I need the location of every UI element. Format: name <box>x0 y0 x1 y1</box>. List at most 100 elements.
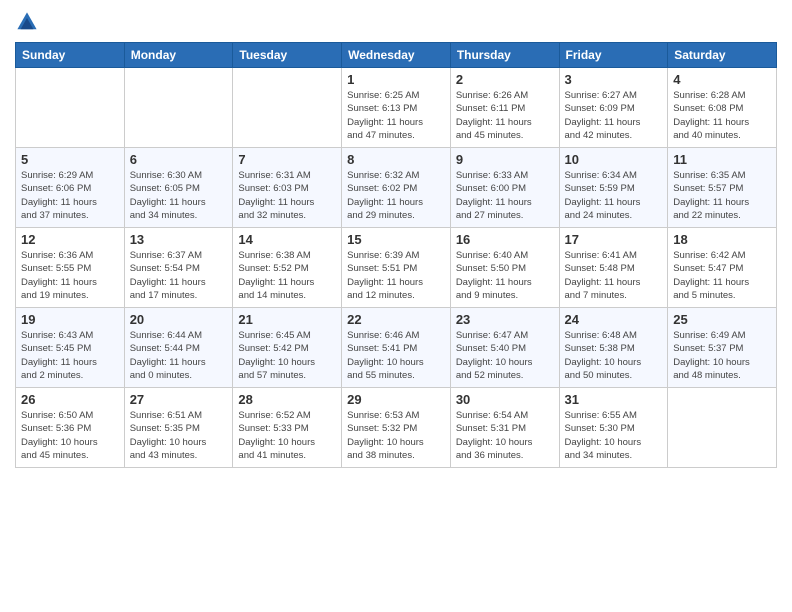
day-info: Sunrise: 6:44 AM Sunset: 5:44 PM Dayligh… <box>130 329 228 382</box>
header <box>15 10 777 34</box>
day-cell: 9 Sunrise: 6:33 AM Sunset: 6:00 PM Daylig… <box>450 148 559 228</box>
day-info: Sunrise: 6:54 AM Sunset: 5:31 PM Dayligh… <box>456 409 554 462</box>
day-cell: 21Sunrise: 6:45 AM Sunset: 5:42 PM Dayli… <box>233 308 342 388</box>
day-number: 1 <box>347 72 445 87</box>
logo-icon <box>15 10 39 34</box>
day-info: Sunrise: 6:40 AM Sunset: 5:50 PM Dayligh… <box>456 249 554 302</box>
day-info: Sunrise: 6:27 AM Sunset: 6:09 PM Dayligh… <box>565 89 663 142</box>
weekday-header-friday: Friday <box>559 43 668 68</box>
day-number: 18 <box>673 232 771 247</box>
day-number: 4 <box>673 72 771 87</box>
day-number: 26 <box>21 392 119 407</box>
day-info: Sunrise: 6:46 AM Sunset: 5:41 PM Dayligh… <box>347 329 445 382</box>
day-cell: 11Sunrise: 6:35 AM Sunset: 5:57 PM Dayli… <box>668 148 777 228</box>
day-cell: 16 Sunrise: 6:40 AM Sunset: 5:50 PM Dayli… <box>450 228 559 308</box>
day-cell: 19Sunrise: 6:43 AM Sunset: 5:45 PM Dayli… <box>16 308 125 388</box>
day-number: 17 <box>565 232 663 247</box>
day-info: Sunrise: 6:28 AM Sunset: 6:08 PM Dayligh… <box>673 89 771 142</box>
day-cell: 5 Sunrise: 6:29 AM Sunset: 6:06 PM Daylig… <box>16 148 125 228</box>
day-info: Sunrise: 6:43 AM Sunset: 5:45 PM Dayligh… <box>21 329 119 382</box>
week-row-4: 19Sunrise: 6:43 AM Sunset: 5:45 PM Dayli… <box>16 308 777 388</box>
day-number: 14 <box>238 232 336 247</box>
day-info: Sunrise: 6:37 AM Sunset: 5:54 PM Dayligh… <box>130 249 228 302</box>
weekday-header-tuesday: Tuesday <box>233 43 342 68</box>
day-cell <box>668 388 777 468</box>
day-cell <box>233 68 342 148</box>
day-number: 25 <box>673 312 771 327</box>
day-info: Sunrise: 6:50 AM Sunset: 5:36 PM Dayligh… <box>21 409 119 462</box>
day-cell: 26 Sunrise: 6:50 AM Sunset: 5:36 PM Dayli… <box>16 388 125 468</box>
day-number: 13 <box>130 232 228 247</box>
day-number: 29 <box>347 392 445 407</box>
day-cell: 23 Sunrise: 6:47 AM Sunset: 5:40 PM Dayli… <box>450 308 559 388</box>
day-number: 28 <box>238 392 336 407</box>
weekday-header-wednesday: Wednesday <box>342 43 451 68</box>
day-number: 9 <box>456 152 554 167</box>
day-cell: 30 Sunrise: 6:54 AM Sunset: 5:31 PM Dayli… <box>450 388 559 468</box>
day-cell <box>16 68 125 148</box>
day-number: 22 <box>347 312 445 327</box>
day-number: 21 <box>238 312 336 327</box>
weekday-header-sunday: Sunday <box>16 43 125 68</box>
day-number: 5 <box>21 152 119 167</box>
day-cell: 12Sunrise: 6:36 AM Sunset: 5:55 PM Dayli… <box>16 228 125 308</box>
day-info: Sunrise: 6:52 AM Sunset: 5:33 PM Dayligh… <box>238 409 336 462</box>
day-cell: 22 Sunrise: 6:46 AM Sunset: 5:41 PM Dayli… <box>342 308 451 388</box>
day-info: Sunrise: 6:35 AM Sunset: 5:57 PM Dayligh… <box>673 169 771 222</box>
day-info: Sunrise: 6:36 AM Sunset: 5:55 PM Dayligh… <box>21 249 119 302</box>
weekday-header-thursday: Thursday <box>450 43 559 68</box>
day-info: Sunrise: 6:47 AM Sunset: 5:40 PM Dayligh… <box>456 329 554 382</box>
day-number: 10 <box>565 152 663 167</box>
day-info: Sunrise: 6:39 AM Sunset: 5:51 PM Dayligh… <box>347 249 445 302</box>
day-info: Sunrise: 6:48 AM Sunset: 5:38 PM Dayligh… <box>565 329 663 382</box>
day-cell: 1 Sunrise: 6:25 AM Sunset: 6:13 PM Daylig… <box>342 68 451 148</box>
week-row-3: 12Sunrise: 6:36 AM Sunset: 5:55 PM Dayli… <box>16 228 777 308</box>
day-number: 24 <box>565 312 663 327</box>
calendar-table: SundayMondayTuesdayWednesdayThursdayFrid… <box>15 42 777 468</box>
day-info: Sunrise: 6:25 AM Sunset: 6:13 PM Dayligh… <box>347 89 445 142</box>
day-info: Sunrise: 6:33 AM Sunset: 6:00 PM Dayligh… <box>456 169 554 222</box>
day-number: 15 <box>347 232 445 247</box>
day-info: Sunrise: 6:42 AM Sunset: 5:47 PM Dayligh… <box>673 249 771 302</box>
day-number: 2 <box>456 72 554 87</box>
day-info: Sunrise: 6:26 AM Sunset: 6:11 PM Dayligh… <box>456 89 554 142</box>
day-cell: 2 Sunrise: 6:26 AM Sunset: 6:11 PM Daylig… <box>450 68 559 148</box>
week-row-2: 5 Sunrise: 6:29 AM Sunset: 6:06 PM Daylig… <box>16 148 777 228</box>
day-number: 27 <box>130 392 228 407</box>
day-cell: 31Sunrise: 6:55 AM Sunset: 5:30 PM Dayli… <box>559 388 668 468</box>
week-row-1: 1 Sunrise: 6:25 AM Sunset: 6:13 PM Daylig… <box>16 68 777 148</box>
day-info: Sunrise: 6:34 AM Sunset: 5:59 PM Dayligh… <box>565 169 663 222</box>
day-info: Sunrise: 6:55 AM Sunset: 5:30 PM Dayligh… <box>565 409 663 462</box>
day-cell: 24 Sunrise: 6:48 AM Sunset: 5:38 PM Dayli… <box>559 308 668 388</box>
day-cell: 3Sunrise: 6:27 AM Sunset: 6:09 PM Daylig… <box>559 68 668 148</box>
weekday-header-saturday: Saturday <box>668 43 777 68</box>
day-cell: 6Sunrise: 6:30 AM Sunset: 6:05 PM Daylig… <box>124 148 233 228</box>
day-cell: 20Sunrise: 6:44 AM Sunset: 5:44 PM Dayli… <box>124 308 233 388</box>
day-info: Sunrise: 6:31 AM Sunset: 6:03 PM Dayligh… <box>238 169 336 222</box>
day-info: Sunrise: 6:51 AM Sunset: 5:35 PM Dayligh… <box>130 409 228 462</box>
day-number: 6 <box>130 152 228 167</box>
day-number: 30 <box>456 392 554 407</box>
day-info: Sunrise: 6:49 AM Sunset: 5:37 PM Dayligh… <box>673 329 771 382</box>
day-cell: 18 Sunrise: 6:42 AM Sunset: 5:47 PM Dayli… <box>668 228 777 308</box>
day-cell: 14Sunrise: 6:38 AM Sunset: 5:52 PM Dayli… <box>233 228 342 308</box>
day-info: Sunrise: 6:32 AM Sunset: 6:02 PM Dayligh… <box>347 169 445 222</box>
day-number: 7 <box>238 152 336 167</box>
day-number: 23 <box>456 312 554 327</box>
day-cell: 17 Sunrise: 6:41 AM Sunset: 5:48 PM Dayli… <box>559 228 668 308</box>
day-cell: 4 Sunrise: 6:28 AM Sunset: 6:08 PM Daylig… <box>668 68 777 148</box>
day-cell: 29Sunrise: 6:53 AM Sunset: 5:32 PM Dayli… <box>342 388 451 468</box>
week-row-5: 26 Sunrise: 6:50 AM Sunset: 5:36 PM Dayli… <box>16 388 777 468</box>
weekday-header-row: SundayMondayTuesdayWednesdayThursdayFrid… <box>16 43 777 68</box>
day-cell: 10 Sunrise: 6:34 AM Sunset: 5:59 PM Dayli… <box>559 148 668 228</box>
day-info: Sunrise: 6:41 AM Sunset: 5:48 PM Dayligh… <box>565 249 663 302</box>
weekday-header-monday: Monday <box>124 43 233 68</box>
logo <box>15 10 43 34</box>
day-cell: 27 Sunrise: 6:51 AM Sunset: 5:35 PM Dayli… <box>124 388 233 468</box>
day-cell: 8Sunrise: 6:32 AM Sunset: 6:02 PM Daylig… <box>342 148 451 228</box>
day-number: 16 <box>456 232 554 247</box>
day-cell: 7 Sunrise: 6:31 AM Sunset: 6:03 PM Daylig… <box>233 148 342 228</box>
day-info: Sunrise: 6:29 AM Sunset: 6:06 PM Dayligh… <box>21 169 119 222</box>
calendar-container: SundayMondayTuesdayWednesdayThursdayFrid… <box>0 0 792 483</box>
day-cell: 15 Sunrise: 6:39 AM Sunset: 5:51 PM Dayli… <box>342 228 451 308</box>
